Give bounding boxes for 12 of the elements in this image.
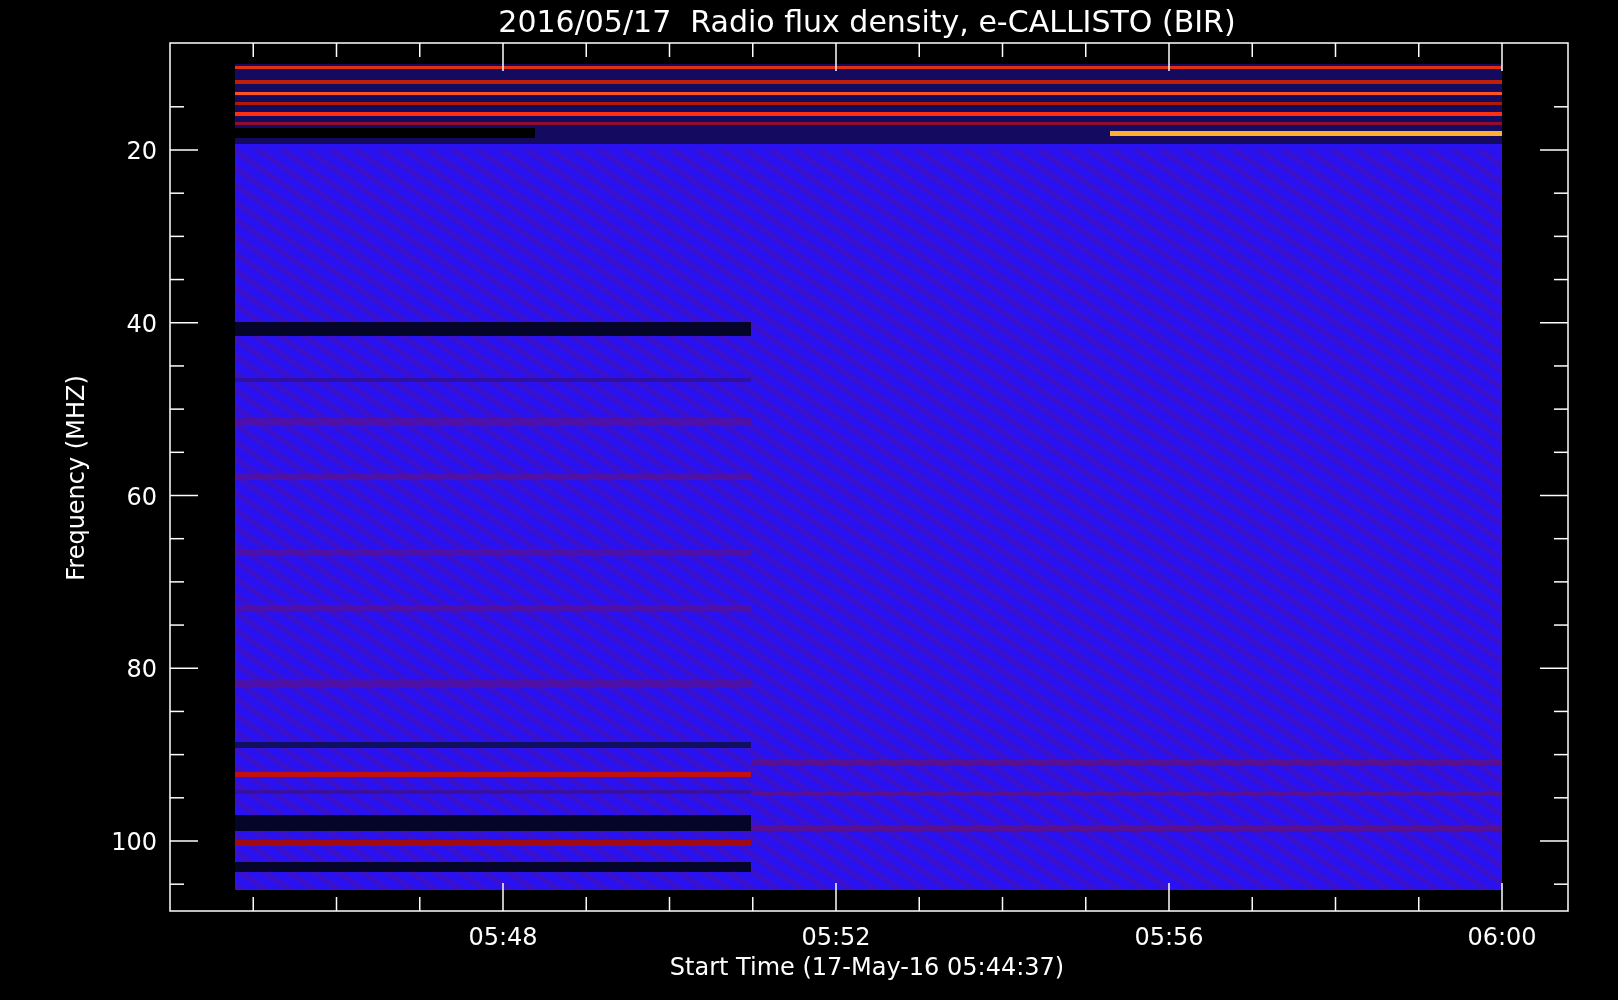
tick-label: 05:48 bbox=[468, 923, 538, 951]
tick-label: 20 bbox=[126, 137, 157, 165]
chart-title: 2016/05/17 Radio flux density, e-CALLISTO (BIR) bbox=[498, 4, 1236, 39]
tick-label: 05:52 bbox=[801, 923, 871, 951]
tick-label: 06:00 bbox=[1467, 923, 1537, 951]
tick-label: 40 bbox=[126, 309, 157, 338]
tick-label: 60 bbox=[126, 482, 157, 511]
axis-label: Start Time (17-May-16 05:44:37) bbox=[669, 953, 1065, 981]
tick-label: 05:56 bbox=[1134, 923, 1204, 951]
tick-label: 100 bbox=[111, 828, 157, 856]
axis-label: Frequency (MHZ) bbox=[62, 375, 90, 581]
tick-label: 80 bbox=[126, 655, 157, 684]
